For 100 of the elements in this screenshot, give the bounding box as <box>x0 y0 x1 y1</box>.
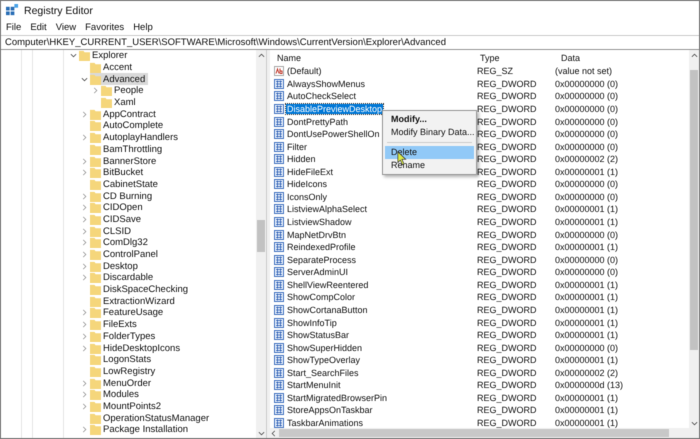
scrollbar-thumb[interactable] <box>257 220 265 252</box>
value-name[interactable]: StartMigratedBrowserPin <box>286 392 388 403</box>
value-name[interactable]: ListviewShadow <box>286 217 353 228</box>
menu-item[interactable]: Help <box>133 22 153 33</box>
scroll-down-icon[interactable] <box>690 420 698 426</box>
column-header[interactable]: Data <box>558 52 689 62</box>
menu-item[interactable]: Favorites <box>85 22 124 33</box>
chevron-right-icon[interactable] <box>81 380 88 387</box>
tree-item[interactable]: ControlPanel <box>90 248 161 260</box>
value-name[interactable]: ShowCortanaButton <box>286 304 369 315</box>
value-name[interactable]: ShowSuperHidden <box>286 342 364 353</box>
scroll-left-icon[interactable] <box>270 430 277 436</box>
chevron-right-icon[interactable] <box>81 192 88 200</box>
value-name[interactable]: HideFileExt <box>286 166 334 177</box>
tree-item[interactable]: AutoComplete <box>90 120 166 132</box>
tree-item[interactable]: AutoplayHandlers <box>90 132 181 144</box>
value-name[interactable]: DontUsePowerShellOn <box>286 129 381 140</box>
value-name[interactable]: StoreAppsOnTaskbar <box>286 405 374 416</box>
column-header[interactable]: Name <box>274 52 477 62</box>
tree-item[interactable]: LowRegistry <box>90 366 158 378</box>
scroll-down-icon[interactable] <box>258 430 264 436</box>
tree-item[interactable]: People <box>101 85 147 97</box>
chevron-right-icon[interactable] <box>81 426 88 434</box>
tree-item[interactable]: FeatureUsage <box>90 307 166 319</box>
tree-item[interactable]: Accent <box>90 62 136 74</box>
chevron-right-icon[interactable] <box>81 402 88 410</box>
menu-item[interactable]: File <box>6 22 22 33</box>
tree-item[interactable]: MenuOrder <box>90 377 154 389</box>
value-name[interactable]: Filter <box>286 142 308 152</box>
tree-item[interactable]: FolderTypes <box>90 330 158 342</box>
value-name[interactable]: ShowTypeOverlay <box>286 355 362 366</box>
chevron-right-icon[interactable] <box>81 204 88 212</box>
chevron-right-icon[interactable] <box>81 321 88 328</box>
tree-item[interactable]: Discardable <box>90 272 156 284</box>
value-name[interactable]: TaskbarAnimations <box>286 418 364 428</box>
tree-item[interactable]: Desktop <box>90 260 141 272</box>
chevron-right-icon[interactable] <box>81 344 88 352</box>
scrollbar-thumb[interactable] <box>690 70 698 350</box>
scrollbar[interactable] <box>270 428 699 438</box>
address-field[interactable]: Computer\HKEY_CURRENT_USER\SOFTWARE\Microsoft\Windows\CurrentVersion\Explorer\Advanced <box>1 35 699 50</box>
tree-item[interactable]: OperationStatusManager <box>90 412 212 424</box>
value-name[interactable]: (Default) <box>286 66 323 76</box>
value-name[interactable]: ListviewAlphaSelect <box>286 204 368 214</box>
tree-item[interactable]: ComDlg32 <box>90 237 151 249</box>
menu-item[interactable]: View <box>56 22 76 33</box>
value-name[interactable]: DontPrettyPath <box>286 116 350 127</box>
tree-item[interactable]: FileExts <box>90 318 140 330</box>
chevron-right-icon[interactable] <box>81 251 88 258</box>
tree-item[interactable]: BamThrottling <box>90 144 166 156</box>
tree-item[interactable]: CabinetState <box>90 178 161 190</box>
value-name[interactable]: ServerAdminUI <box>286 267 350 278</box>
tree-item[interactable]: DiskSpaceChecking <box>90 284 192 296</box>
value-name[interactable]: Hidden <box>286 154 317 164</box>
chevron-right-icon[interactable] <box>81 134 88 142</box>
chevron-down-icon[interactable] <box>70 52 77 60</box>
chevron-right-icon[interactable] <box>92 87 99 94</box>
menu-item[interactable]: Edit <box>30 22 47 33</box>
tree-item[interactable]: MountPoints2 <box>90 400 164 412</box>
tree-item[interactable]: Modules <box>90 389 142 401</box>
tree-item[interactable]: Xaml <box>101 96 139 108</box>
chevron-right-icon[interactable] <box>81 158 88 165</box>
tree-item[interactable]: ExtractionWizard <box>90 296 178 308</box>
chevron-right-icon[interactable] <box>81 274 88 282</box>
value-name[interactable]: ShowCompColor <box>286 292 356 302</box>
value-name[interactable]: IconsOnly <box>286 192 328 202</box>
column-header[interactable]: Type <box>477 52 558 62</box>
tree-item[interactable]: Advanced <box>90 73 148 85</box>
chevron-right-icon[interactable] <box>81 169 88 176</box>
tree-item[interactable]: AppContract <box>90 108 159 120</box>
value-name[interactable]: SeparateProcess <box>286 254 358 265</box>
tree-item[interactable]: BitBucket <box>90 166 146 178</box>
chevron-right-icon[interactable] <box>81 332 88 340</box>
value-name[interactable]: AlwaysShowMenus <box>286 78 366 89</box>
scroll-up-icon[interactable] <box>690 52 698 58</box>
chevron-right-icon[interactable] <box>81 309 88 316</box>
value-name[interactable]: MapNetDrvBtn <box>286 230 348 240</box>
chevron-right-icon[interactable] <box>81 262 88 270</box>
value-name[interactable]: ReindexedProfile <box>286 242 357 252</box>
chevron-right-icon[interactable] <box>81 239 88 246</box>
value-name[interactable]: DisablePreviewDesktop <box>286 104 384 114</box>
chevron-right-icon[interactable] <box>81 110 88 118</box>
value-name[interactable]: AutoCheckSelect <box>286 91 358 102</box>
menu-item[interactable]: Rename <box>385 159 474 172</box>
value-name[interactable]: ShellViewReentered <box>286 280 370 290</box>
tree-item[interactable]: LogonStats <box>90 354 154 366</box>
scroll-up-icon[interactable] <box>258 52 264 58</box>
value-name[interactable]: ShowInfoTip <box>286 318 338 328</box>
scrollbar[interactable] <box>689 50 699 428</box>
tree-item[interactable]: CD Burning <box>90 190 156 202</box>
menu-item[interactable]: Modify... <box>385 113 474 126</box>
tree-item[interactable]: CLSID <box>90 225 134 237</box>
chevron-right-icon[interactable] <box>81 391 88 398</box>
scrollbar[interactable] <box>256 50 266 438</box>
tree-item[interactable]: BannerStore <box>90 155 160 167</box>
value-name[interactable]: Start_SearchFiles <box>286 368 360 378</box>
tree-item[interactable]: CIDOpen <box>90 202 146 214</box>
chevron-right-icon[interactable] <box>81 216 88 223</box>
value-name[interactable]: ShowStatusBar <box>286 330 350 340</box>
menu-item[interactable]: Modify Binary Data... <box>385 126 474 139</box>
chevron-right-icon[interactable] <box>81 228 88 235</box>
